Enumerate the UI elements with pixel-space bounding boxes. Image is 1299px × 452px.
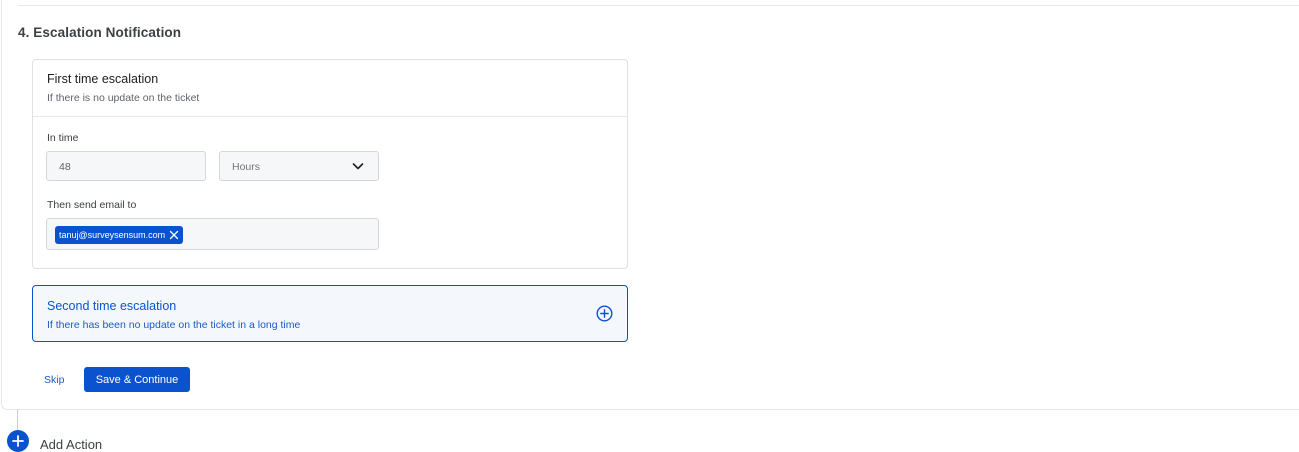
- in-time-input[interactable]: 48: [46, 151, 206, 181]
- divider: [18, 5, 1299, 6]
- first-escalation-subtitle: If there is no update on the ticket: [47, 92, 200, 104]
- first-escalation-card: First time escalation If there is no upd…: [32, 59, 628, 269]
- section-title: 4. Escalation Notification: [18, 25, 182, 40]
- first-escalation-header: First time escalation If there is no upd…: [33, 60, 627, 117]
- email-label: Then send email to: [47, 199, 137, 211]
- email-recipients-input[interactable]: tanuj@surveysensum.com: [46, 218, 379, 250]
- save-continue-button[interactable]: Save & Continue: [84, 367, 190, 392]
- skip-link[interactable]: Skip: [44, 374, 64, 386]
- second-escalation-subtitle: If there has been no update on the ticke…: [47, 319, 301, 331]
- second-escalation-title: Second time escalation: [47, 299, 177, 313]
- second-escalation-card[interactable]: Second time escalation If there has been…: [32, 285, 628, 342]
- close-icon[interactable]: [169, 230, 179, 240]
- time-unit-select[interactable]: Hours: [219, 151, 379, 181]
- chevron-down-icon: [352, 163, 364, 170]
- email-chip: tanuj@surveysensum.com: [55, 226, 184, 244]
- plus-icon: [12, 435, 24, 447]
- in-time-label: In time: [47, 132, 79, 144]
- email-chip-label: tanuj@surveysensum.com: [59, 230, 166, 240]
- add-action-button[interactable]: [7, 430, 29, 452]
- first-escalation-title: First time escalation: [47, 72, 159, 86]
- time-unit-value: Hours: [232, 161, 261, 173]
- in-time-value: 48: [59, 161, 71, 173]
- plus-circle-icon[interactable]: [596, 305, 613, 322]
